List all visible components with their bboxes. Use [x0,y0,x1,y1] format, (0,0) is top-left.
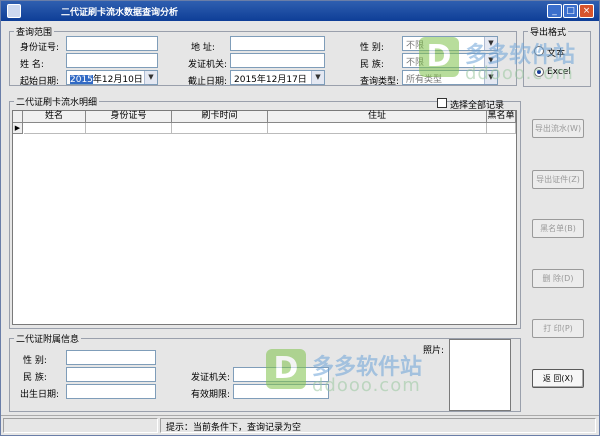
address-label: 地 址: [191,43,215,53]
attach-gender-field [66,350,156,365]
attach-group-label: 二代证附属信息 [14,332,82,345]
attach-birth-label: 出生日期: [20,390,60,400]
watermark-top: D 多多软件站 ddooo.com [419,37,589,87]
header-corner [13,111,23,123]
attach-gender-label: 性 别: [23,356,47,366]
status-hint: 提示：当前条件下，查询记录为空 [166,423,302,433]
watermark-logo-icon: D [266,349,306,389]
table-cell[interactable] [487,123,516,134]
watermark-bottom: D 多多软件站 ddooo.com [266,349,436,399]
status-cell-left [3,418,158,433]
end-date-picker[interactable]: 2015年12月17日 ▼ [230,70,325,85]
attach-ethnic-field [66,367,156,382]
end-date-label: 截止日期: [188,77,228,87]
window-title: 二代证刷卡流水数据查询分析 [61,8,179,18]
watermark-en-text: ddooo.com [465,63,574,84]
attach-ethnic-label: 民 族: [23,373,47,383]
status-bar: 提示：当前条件下，查询记录为空 [1,415,599,435]
start-date-rest: 年12月10日 [92,75,143,85]
watermark-logo-icon: D [419,37,459,77]
main-window: 二代证刷卡流水数据查询分析 _ □ × 查询范围 身份证号: 姓 名: 起始日期… [0,0,600,436]
photo-box [449,339,511,411]
back-button[interactable]: 返 回(X) [532,369,584,388]
issuer-label: 发证机关: [188,60,228,70]
chevron-down-icon[interactable]: ▼ [311,71,324,84]
attach-issuer-label: 发证机关: [191,373,231,383]
table-cell[interactable] [24,123,86,134]
blacklist-button[interactable]: 黑名单(B) [532,219,584,238]
minimize-button[interactable]: _ [547,4,562,18]
table-cell[interactable] [268,123,487,134]
end-date-value: 2015年12月17日 [234,75,307,85]
detail-group-label: 二代证刷卡流水明细 [14,95,100,108]
column-header-name[interactable]: 姓名 [23,111,86,123]
column-header-time[interactable]: 刷卡时间 [172,111,268,123]
detail-table[interactable]: 姓名 身份证号 刷卡时间 住址 黑名单 ▶ [12,110,517,325]
delete-button[interactable]: 删 除(D) [532,269,584,288]
print-button[interactable]: 打 印(P) [532,319,584,338]
gender-label: 性 别: [360,43,384,53]
issuer-input[interactable] [230,53,325,68]
column-header-blacklist[interactable]: 黑名单 [487,111,516,123]
start-date-label: 起始日期: [20,77,60,87]
close-button[interactable]: × [579,4,594,18]
address-input[interactable] [230,36,325,51]
column-header-id[interactable]: 身份证号 [86,111,172,123]
table-header: 姓名 身份证号 刷卡时间 住址 黑名单 [13,111,516,123]
query-type-label: 查询类型: [360,77,400,87]
table-cell[interactable] [172,123,268,134]
table-cell[interactable] [86,123,172,134]
column-header-address[interactable]: 住址 [268,111,487,123]
row-indicator-icon: ▶ [13,123,23,134]
name-label: 姓 名: [20,60,44,70]
ethnic-label: 民 族: [360,60,384,70]
export-flow-button[interactable]: 导出流水(W) [532,119,584,138]
export-cert-button[interactable]: 导出证件(Z) [532,170,584,189]
maximize-button[interactable]: □ [563,4,578,18]
name-input[interactable] [66,53,158,68]
title-bar[interactable]: 二代证刷卡流水数据查询分析 _ □ × [1,1,599,21]
id-number-input[interactable] [66,36,158,51]
start-date-year: 2015 [70,75,93,85]
query-group-label: 查询范围 [14,25,55,38]
attach-birth-field [66,384,156,399]
watermark-en-text: ddooo.com [312,375,421,396]
start-date-picker[interactable]: 2015年12月10日 ▼ [66,70,158,85]
select-all-checkbox[interactable] [437,98,447,108]
app-icon [7,4,21,18]
id-number-label: 身份证号: [20,43,60,53]
chevron-down-icon[interactable]: ▼ [144,71,157,84]
attach-valid-label: 有效期限: [191,390,231,400]
